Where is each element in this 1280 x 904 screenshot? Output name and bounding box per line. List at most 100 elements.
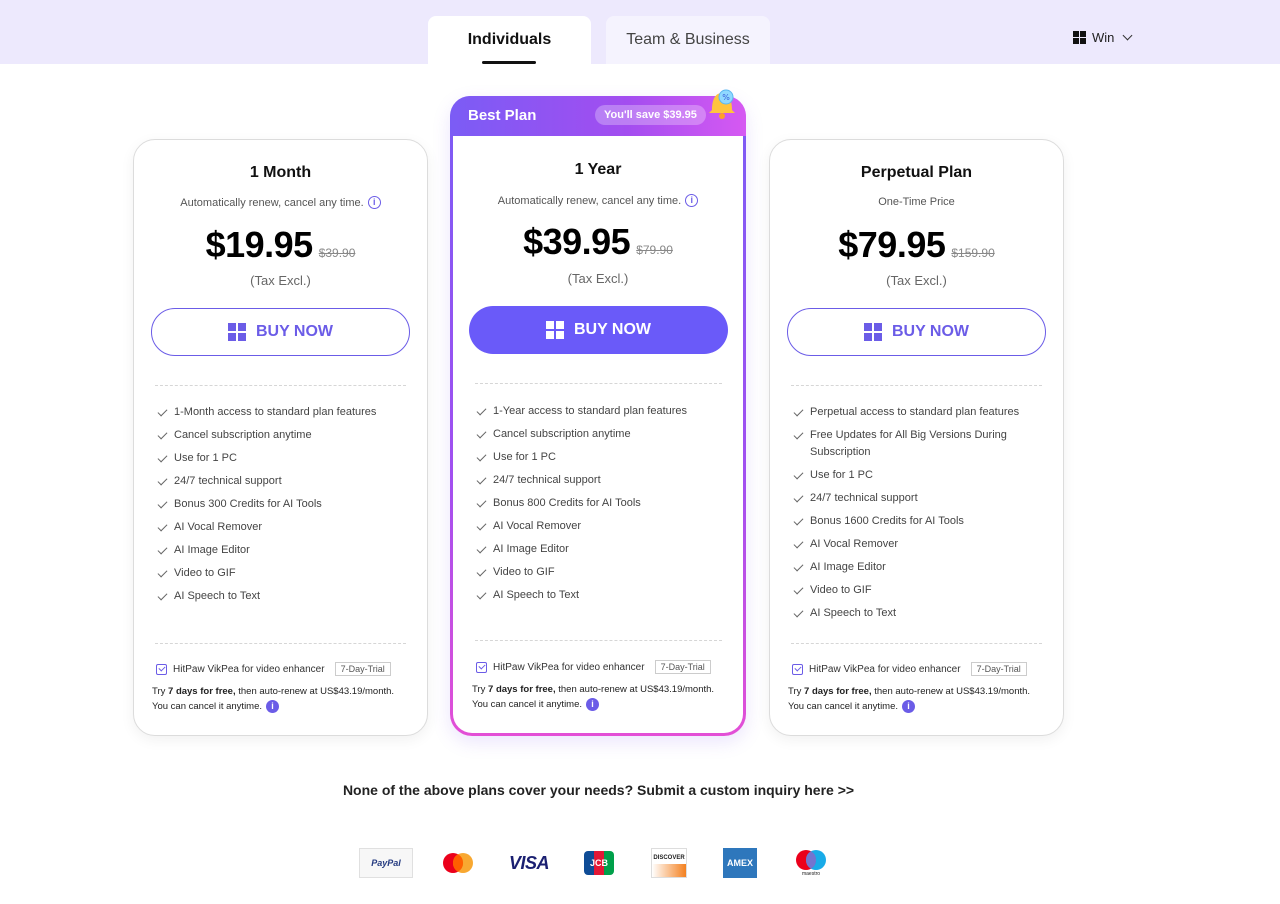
feature-item: Use for 1 PC	[157, 450, 418, 467]
check-icon	[793, 492, 804, 503]
check-icon	[793, 561, 804, 572]
check-icon	[476, 589, 487, 600]
tax-note: (Tax Excl.)	[250, 273, 311, 288]
tax-note: (Tax Excl.)	[886, 273, 947, 288]
os-select-value: Win	[1092, 30, 1115, 45]
discover-icon: DISCOVER	[651, 848, 687, 878]
windows-icon	[227, 323, 246, 341]
svg-text:%: %	[722, 93, 730, 102]
check-icon	[476, 474, 487, 485]
plan-subtitle: One-Time Price	[770, 196, 1063, 208]
feature-text: Perpetual access to standard plan featur…	[810, 406, 1020, 418]
feature-item: Bonus 300 Credits for AI Tools	[157, 496, 418, 513]
check-icon	[793, 515, 804, 526]
buy-now-button[interactable]: BUY NOW	[469, 306, 728, 354]
feature-list: 1-Month access to standard plan features…	[157, 404, 418, 611]
info-icon[interactable]: i	[266, 699, 280, 713]
os-select[interactable]: Win	[1073, 30, 1133, 45]
trial-badge: 7-Day-Trial	[334, 662, 391, 676]
divider	[155, 643, 406, 644]
bell-discount-icon: %	[709, 89, 735, 119]
old-price: $79.90	[636, 243, 673, 257]
divider	[475, 640, 722, 641]
check-icon	[157, 544, 168, 555]
trial-badge: 7-Day-Trial	[654, 660, 711, 674]
trial-cancel: You can cancel it anytime.	[472, 699, 583, 710]
trial-rest: then auto-renew at US$43.19/month.	[871, 686, 1031, 697]
save-badge: You'll save $39.95	[595, 105, 706, 125]
tax-note: (Tax Excl.)	[567, 271, 629, 286]
feature-item: Video to GIF	[793, 582, 1044, 599]
feature-item: Cancel subscription anytime	[476, 426, 739, 443]
price: $79.95	[838, 224, 946, 265]
feature-text: Video to GIF	[493, 566, 555, 578]
tab-individuals[interactable]: Individuals	[428, 16, 591, 64]
feature-text: AI Speech to Text	[493, 589, 580, 601]
feature-text: AI Vocal Remover	[174, 521, 263, 533]
check-icon	[793, 538, 804, 549]
check-icon	[476, 566, 487, 577]
feature-item: Cancel subscription anytime	[157, 427, 418, 444]
feature-text: AI Vocal Remover	[810, 538, 899, 550]
trial-pre: Try	[152, 686, 169, 697]
check-icon	[157, 475, 168, 486]
addon-checkbox[interactable]	[476, 661, 487, 673]
trial-rest: then auto-renew at US$43.19/month.	[555, 684, 715, 695]
price-row: $79.95 $159.90	[770, 224, 1063, 266]
plan-subtitle: Automatically renew, cancel any time. i	[453, 194, 743, 207]
buy-now-button[interactable]: BUY NOW	[151, 308, 410, 356]
tab-team-business[interactable]: Team & Business	[606, 16, 770, 64]
feature-item: AI Vocal Remover	[793, 536, 1044, 553]
addon-option[interactable]: HitPaw VikPea for video enhancer 7-Day-T…	[792, 662, 1027, 676]
info-icon[interactable]: i	[902, 699, 916, 713]
feature-text: 1-Month access to standard plan features	[174, 406, 377, 418]
addon-label: HitPaw VikPea for video enhancer	[809, 663, 961, 675]
check-icon	[793, 406, 804, 417]
check-icon	[793, 607, 804, 618]
check-icon	[476, 543, 487, 554]
divider	[155, 385, 406, 386]
feature-list: 1-Year access to standard plan features …	[476, 403, 739, 610]
chevron-down-icon	[1122, 30, 1133, 41]
addon-checkbox[interactable]	[792, 663, 803, 675]
buy-now-label: BUY NOW	[891, 323, 970, 340]
addon-option[interactable]: HitPaw VikPea for video enhancer 7-Day-T…	[156, 662, 391, 676]
maestro-icon: maestro	[794, 848, 828, 878]
tab-team-label: Team & Business	[626, 31, 750, 48]
price: $19.95	[205, 224, 314, 265]
custom-inquiry-link[interactable]: None of the above plans cover your needs…	[0, 782, 1197, 798]
plan-card-perpetual: Perpetual Plan One-Time Price $79.95 $15…	[769, 139, 1064, 736]
plan-title: Perpetual Plan	[860, 164, 973, 181]
price-row: $19.95 $39.90	[134, 224, 427, 266]
check-icon	[157, 429, 168, 440]
trial-note: Try 7 days for free, then auto-renew at …	[472, 682, 742, 712]
buy-now-button[interactable]: BUY NOW	[787, 308, 1046, 356]
buy-now-label: BUY NOW	[255, 323, 334, 340]
discover-text: DISCOVER	[653, 855, 685, 861]
feature-item: Perpetual access to standard plan featur…	[793, 404, 1044, 421]
check-icon	[157, 521, 168, 532]
trial-note: Try 7 days for free, then auto-renew at …	[788, 684, 1058, 714]
feature-item: AI Speech to Text	[476, 587, 739, 604]
check-icon	[157, 567, 168, 578]
feature-item: 24/7 technical support	[476, 472, 739, 489]
check-icon	[476, 428, 487, 439]
info-icon[interactable]: i	[586, 697, 600, 711]
addon-option[interactable]: HitPaw VikPea for video enhancer 7-Day-T…	[476, 660, 711, 674]
trial-pre: Try	[472, 684, 489, 695]
feature-text: AI Speech to Text	[174, 590, 261, 602]
addon-checkbox[interactable]	[156, 663, 167, 675]
visa-text: VISA	[508, 852, 550, 873]
info-icon[interactable]: i	[685, 194, 699, 207]
feature-item: AI Image Editor	[157, 542, 418, 559]
old-price: $39.90	[318, 246, 356, 260]
info-icon[interactable]: i	[367, 196, 381, 209]
windows-icon	[863, 323, 882, 341]
amex-text: AMEX	[726, 858, 753, 868]
feature-text: 1-Year access to standard plan features	[493, 405, 688, 417]
jcb-icon: JCB	[584, 848, 614, 878]
divider	[791, 643, 1042, 644]
amex-icon: AMEX	[723, 848, 757, 878]
trial-cancel: You can cancel it anytime.	[152, 701, 263, 712]
feature-text: Video to GIF	[174, 567, 236, 579]
